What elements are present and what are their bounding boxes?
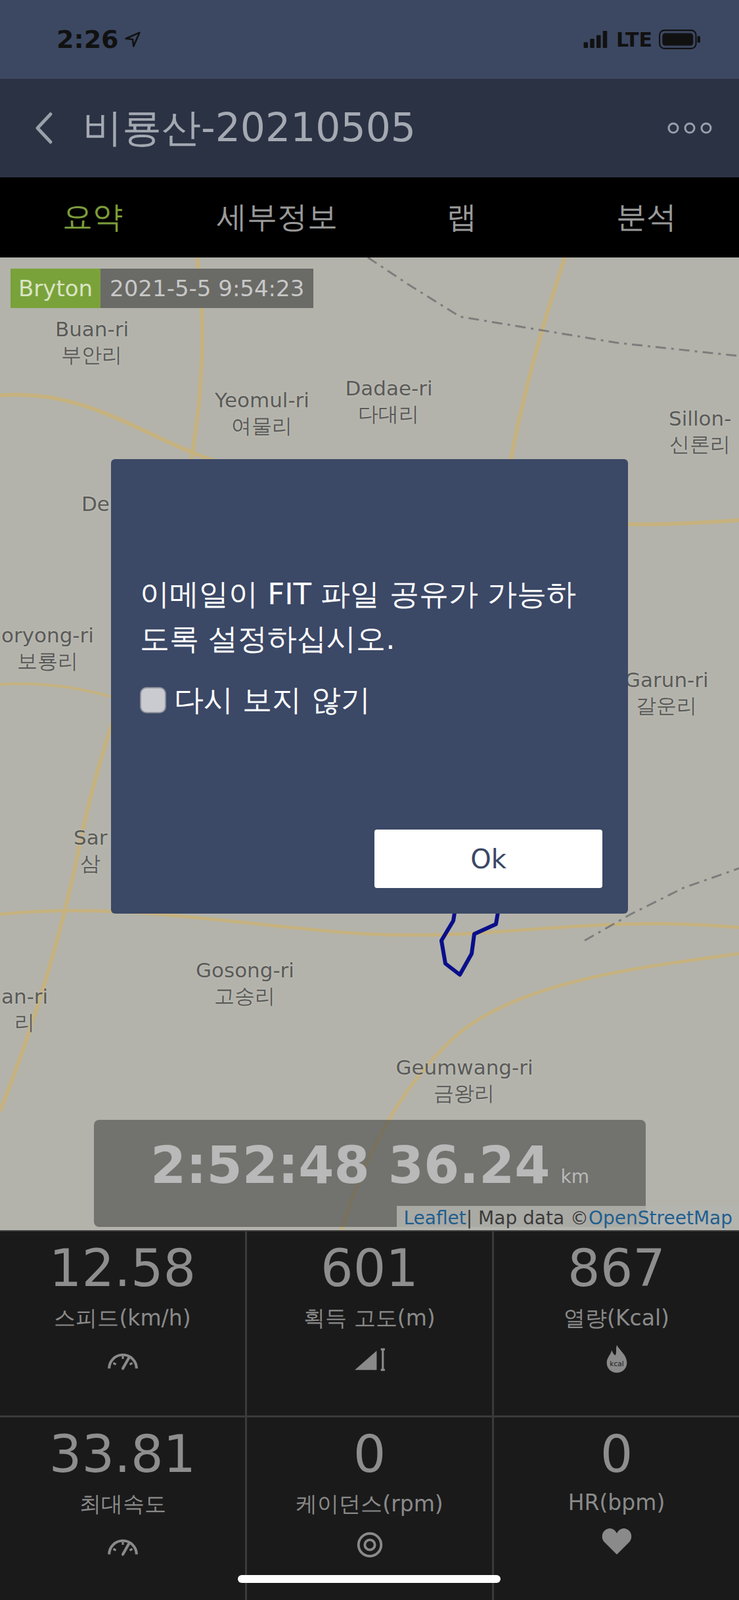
stat-value: 867 <box>567 1240 666 1298</box>
status-time: 2:26 <box>56 24 119 54</box>
duration: 2:52:48 <box>150 1135 370 1195</box>
place-label: Geumwang-ri금왕리 <box>395 1054 533 1107</box>
ok-button[interactable]: Ok <box>374 829 603 889</box>
battery-icon <box>658 29 701 50</box>
osm-link[interactable]: OpenStreetMap <box>588 1207 733 1230</box>
place-label: Gosong-ri고송리 <box>195 957 295 1009</box>
stat-cell: 601 획득 고도(m) <box>246 1231 493 1416</box>
leaflet-link[interactable]: Leaflet <box>403 1207 466 1230</box>
place-label: De <box>81 491 110 517</box>
dont-show-again-checkbox[interactable]: 다시 보지 않기 <box>139 680 603 720</box>
stat-label: 획득 고도(m) <box>303 1303 435 1334</box>
dialog-message: 이메일이 FIT 파일 공유가 가능하도록 설정하십시오. <box>139 572 603 661</box>
stat-value: 601 <box>320 1240 419 1298</box>
place-label: Buan-ri부안리 <box>55 316 129 368</box>
heart-icon <box>600 1525 634 1557</box>
stat-label: 열량(Kcal) <box>563 1303 670 1334</box>
network-type: LTE <box>616 28 653 52</box>
status-bar: 2:26 LTE <box>0 0 739 79</box>
place-label: Sillon-신론리 <box>668 405 732 458</box>
elevation-icon <box>353 1343 387 1375</box>
badge-source: Bryton <box>10 268 101 309</box>
stat-label: HR(bpm) <box>568 1489 666 1516</box>
signal-icon <box>583 30 610 48</box>
map-attribution: Leaflet| Map data ©OpenStreetMap <box>396 1206 739 1231</box>
share-dialog: 이메일이 FIT 파일 공유가 가능하도록 설정하십시오. 다시 보지 않기 Ok <box>111 459 628 914</box>
stat-label: 스피드(km/h) <box>53 1303 191 1334</box>
flame-icon: kcal <box>600 1343 634 1375</box>
speedometer-icon <box>106 1529 140 1561</box>
stat-label: 케이던스(rpm) <box>295 1489 443 1520</box>
place-label: Dadae-ri다대리 <box>344 375 433 427</box>
map-badge: Bryton2021-5-5 9:54:23 <box>10 268 314 309</box>
speedometer-icon <box>106 1343 140 1375</box>
location-icon <box>124 30 142 48</box>
nav-bar: 비룡산-20210505 <box>0 78 739 178</box>
tab[interactable]: 분석 <box>554 177 739 258</box>
stat-label: 최대속도 <box>79 1489 167 1520</box>
tab[interactable]: 세부정보 <box>184 177 370 258</box>
stat-cell: 12.58 스피드(km/h) <box>0 1231 246 1416</box>
screen: 2:26 LTE 비룡산-20210505 요약세부정보랩분석 Bryton2021-5… <box>0 0 739 1600</box>
nav-title: 비룡산-20210505 <box>82 101 638 156</box>
badge-datetime: 2021-5-5 9:54:23 <box>100 268 314 309</box>
stat-value: 0 <box>600 1426 634 1484</box>
place-label: oryong-ri보룡리 <box>1 622 94 674</box>
stat-value: 33.81 <box>49 1426 196 1484</box>
stat-cell: 0 HR(bpm) <box>493 1417 739 1600</box>
stat-value: 12.58 <box>49 1240 196 1298</box>
stat-cell: 0 케이던스(rpm) <box>246 1417 493 1600</box>
more-icon[interactable] <box>666 120 713 136</box>
distance: 36.24 <box>388 1135 551 1195</box>
stats-grid: 12.58 스피드(km/h) 601 획득 고도(m) 867 열량(Kcal) kcal… <box>0 1230 739 1600</box>
place-label: an-ri리 <box>1 984 48 1036</box>
cadence-icon <box>353 1529 387 1561</box>
distance-unit: km <box>560 1165 590 1188</box>
place-label: Garun-ri갈운리 <box>624 667 709 719</box>
place-label: Sar삼 <box>73 825 108 877</box>
tab[interactable]: 랩 <box>369 177 555 258</box>
place-label: Yeomul-ri여물리 <box>214 387 310 439</box>
stat-cell: 33.81 최대속도 <box>0 1417 246 1600</box>
stat-cell: 867 열량(Kcal) kcal <box>493 1231 739 1416</box>
stat-value: 0 <box>353 1426 387 1484</box>
svg-text:kcal: kcal <box>609 1359 624 1368</box>
back-chevron-icon[interactable] <box>34 111 54 145</box>
tab[interactable]: 요약 <box>0 177 185 258</box>
home-indicator <box>237 1575 501 1584</box>
checkbox-box[interactable] <box>139 687 167 714</box>
tab-bar: 요약세부정보랩분석 <box>0 177 739 258</box>
